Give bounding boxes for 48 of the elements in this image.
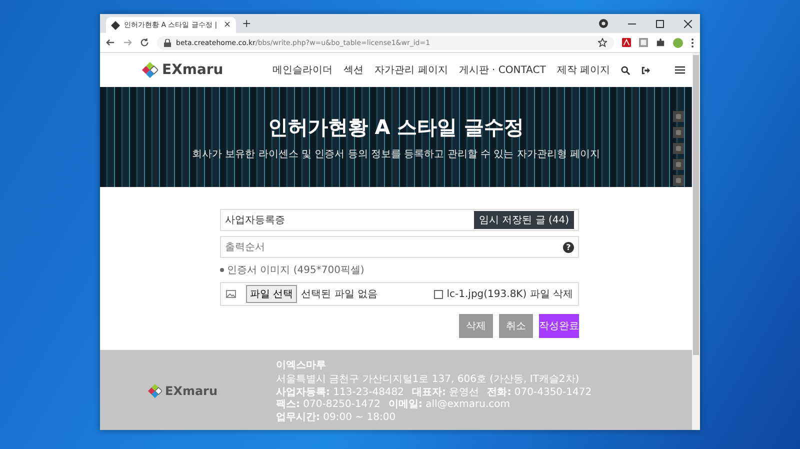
nav-link[interactable]: 섹션 (344, 63, 364, 77)
reload-icon[interactable] (140, 38, 149, 47)
search-icon[interactable] (621, 66, 630, 74)
company-name: 이엑스마루 (276, 359, 327, 372)
logo-text[interactable]: EXmaru (162, 62, 224, 78)
logo-icon (142, 62, 158, 78)
bullet-icon (220, 268, 224, 272)
company-info: 대표자: 윤영선 (412, 386, 480, 399)
nav-link[interactable]: 메인슬라이더 (272, 63, 333, 77)
image-icon (226, 290, 236, 298)
file-status: 선택된 파일 없음 (301, 288, 378, 301)
profile-icon[interactable] (599, 19, 608, 28)
hero-subtitle: 회사가 보유한 라이센스 및 인증서 등의 정보를 등록하고 관리할 수 있는 자가관리형 페이지 (192, 148, 600, 160)
pdf-extension-icon[interactable] (622, 38, 631, 47)
scrollbar[interactable] (692, 53, 700, 430)
nav-link[interactable]: 자가관리 페이지 (374, 63, 448, 77)
subject-field[interactable]: 사업자등록증 임시 저장된 글 (44) (220, 209, 579, 231)
help-icon[interactable]: ? (563, 242, 574, 252)
nav-link[interactable]: 게시판 · CONTACT (458, 63, 546, 77)
logout-icon[interactable] (641, 66, 650, 74)
choose-file-button[interactable]: 파일 선택 (246, 285, 298, 303)
maximize-icon[interactable] (656, 20, 664, 28)
diamond-icon (111, 20, 120, 30)
close-icon[interactable] (684, 20, 692, 28)
more-icon[interactable] (691, 38, 694, 48)
hero-title: 인허가현황 A 스타일 글수정 (268, 114, 524, 140)
back-arrow-icon[interactable] (106, 38, 115, 47)
new-tab-button[interactable]: + (242, 17, 252, 30)
company-info: 이메일: all@exmaru.com (388, 399, 510, 412)
business-hours: 업무시간: 09:00 ~ 18:00 (276, 412, 397, 424)
delete-file-label: lc-1.jpg(193.8K) 파일 삭제 (446, 288, 573, 301)
puzzle-icon[interactable] (656, 38, 665, 47)
delete-file-checkbox[interactable] (434, 290, 443, 298)
logo-icon (148, 384, 162, 398)
lock-icon (164, 38, 171, 46)
company-address: 서울특별시 금천구 가산디지털1로 137, 606호 (가산동, IT캐슬2차) (276, 374, 580, 386)
menu-icon[interactable] (675, 66, 685, 74)
footer-logo-text: EXmaru (165, 384, 218, 398)
company-info: 전화: 070-4350-1472 (487, 386, 592, 399)
company-info: 사업자등록: 113-23-48482 (276, 386, 404, 399)
temp-saved-button[interactable]: 임시 저장된 글 (44) (474, 211, 574, 229)
order-field[interactable]: 출력순서 ? (220, 236, 579, 258)
close-tab-button[interactable]: × (223, 20, 231, 30)
company-info: 팩스: 070-8250-1472 (276, 399, 380, 412)
submit-button[interactable]: 작성완료 (539, 314, 579, 338)
nav-link[interactable]: 제작 페이지 (556, 63, 610, 77)
star-icon[interactable] (598, 38, 607, 47)
image-label: 인증서 이미지 (495*700픽셀) (227, 264, 364, 277)
